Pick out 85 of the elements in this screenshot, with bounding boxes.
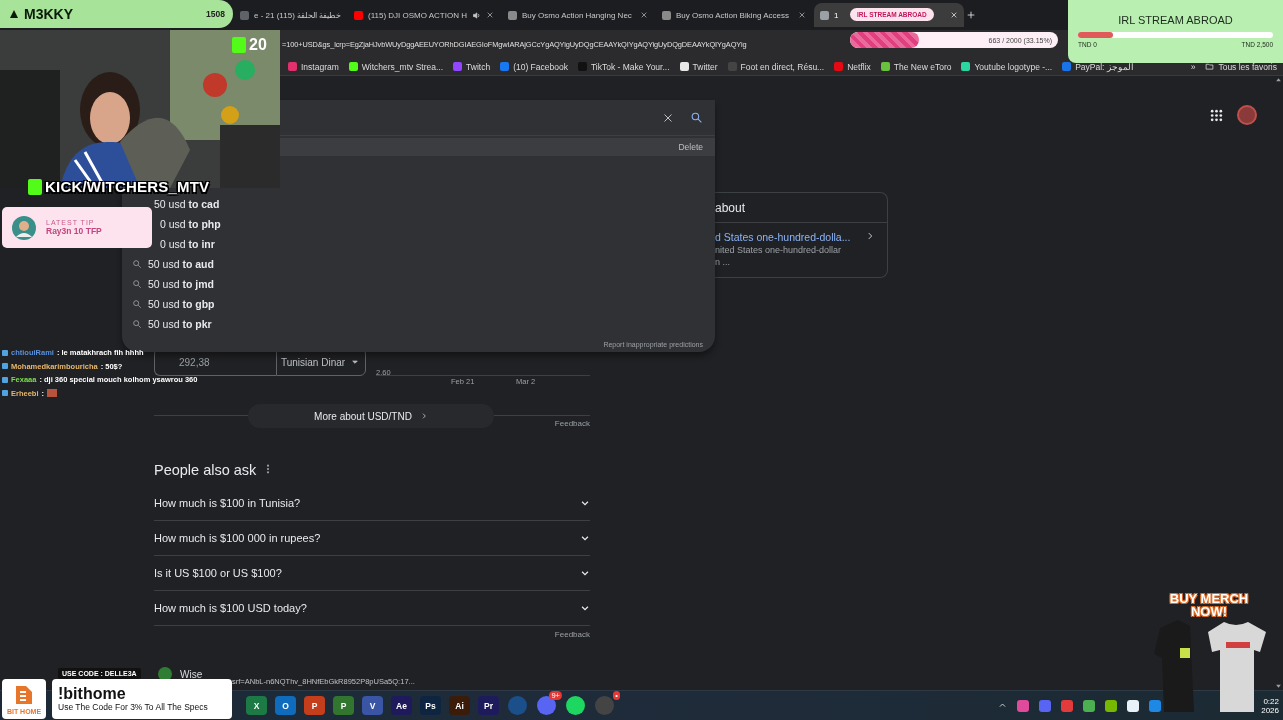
sponsor-text: Use The Code For 3% To All The Specs bbox=[58, 702, 209, 712]
search-suggestion[interactable]: 50 usd to gbp bbox=[132, 294, 215, 314]
taskbar-app-icon[interactable] bbox=[566, 696, 585, 715]
card-title: about bbox=[715, 200, 746, 215]
bookmark[interactable]: PayPal: الموجز bbox=[1062, 61, 1134, 72]
taskbar-app[interactable]: Ps bbox=[420, 696, 441, 715]
delete-link[interactable]: Delete bbox=[678, 142, 703, 152]
taskbar-app[interactable]: Pr bbox=[478, 696, 499, 715]
chevron-up-icon[interactable] bbox=[998, 701, 1008, 710]
folder-icon bbox=[1205, 62, 1215, 71]
logo-icon bbox=[8, 8, 20, 20]
more-options-icon[interactable] bbox=[266, 464, 271, 476]
search-suggestion[interactable]: 50 usd to jmd bbox=[132, 274, 214, 294]
search-suggestion[interactable]: 0 usd to php bbox=[160, 214, 221, 234]
browser-tab[interactable]: Buy Osmo Action Hanging Nec bbox=[502, 3, 654, 27]
search-icon bbox=[132, 319, 142, 329]
taskbar-app-icon[interactable] bbox=[537, 696, 556, 715]
browser-tab[interactable]: Buy Osmo Action Biking Access bbox=[656, 3, 812, 27]
feedback-link[interactable]: Feedback bbox=[554, 419, 590, 428]
follower-count: 20 bbox=[249, 36, 267, 54]
kebab-icon bbox=[266, 464, 271, 474]
logo-icon bbox=[14, 683, 34, 706]
result-snippet: n ... bbox=[715, 257, 731, 267]
browser-tab[interactable]: (115) DJI OSMO ACTION H bbox=[348, 3, 500, 27]
question-row[interactable]: How much is $100 000 in rupees? bbox=[154, 521, 590, 556]
search-suggestion[interactable]: 0 usd to inr bbox=[160, 234, 215, 254]
question-row[interactable]: How much is $100 in Tunisia? bbox=[154, 486, 590, 521]
more-bookmarks-button[interactable]: » bbox=[1190, 61, 1196, 72]
sponsor-title: !bithome bbox=[58, 686, 127, 702]
taskbar-app[interactable]: Ai bbox=[449, 696, 470, 715]
channel-label: KICK/WITCHERS_MTV bbox=[45, 178, 210, 195]
bookmark[interactable]: Twitter bbox=[679, 61, 718, 72]
clock-time: 0:22 bbox=[1263, 696, 1279, 706]
tip-text: Ray3n 10 TFP bbox=[46, 226, 102, 236]
result-snippet: nited States one-hundred-dollar bbox=[715, 245, 843, 255]
avatar-icon bbox=[12, 215, 36, 240]
bookmark[interactable]: Netflix bbox=[834, 61, 871, 72]
close-icon[interactable] bbox=[486, 11, 494, 19]
close-icon[interactable] bbox=[640, 11, 648, 19]
merch-heading: BUY MERCH NOW! bbox=[1169, 592, 1249, 618]
search-suggestion[interactable]: 50 usd to cad bbox=[154, 194, 220, 214]
search-suggestion[interactable]: 50 usd to pkr bbox=[132, 314, 212, 334]
question-row[interactable]: How much is $100 USD today? bbox=[154, 591, 590, 626]
goal-title: IRL STREAM ABROAD bbox=[1117, 14, 1234, 26]
chevron-right-icon bbox=[865, 231, 875, 241]
bookmark[interactable]: Witchers_mtv Strea... bbox=[348, 61, 444, 72]
section-heading: People also ask bbox=[154, 462, 257, 478]
bookmark[interactable]: Twitch bbox=[453, 61, 491, 72]
search-icon[interactable] bbox=[690, 111, 703, 124]
all-bookmarks-button[interactable]: Tous les favoris bbox=[1205, 61, 1277, 72]
tray-icon[interactable] bbox=[1083, 699, 1096, 712]
viewer-count: 1508 bbox=[206, 9, 225, 19]
search-icon bbox=[132, 259, 142, 269]
search-suggestion[interactable]: 50 usd to aud bbox=[132, 254, 214, 274]
more-about-button[interactable]: More about USD/TND bbox=[248, 404, 494, 428]
bookmark[interactable]: TikTok - Make Your... bbox=[577, 61, 670, 72]
close-icon[interactable] bbox=[798, 11, 806, 19]
question-row[interactable]: Is it US $100 or US $100? bbox=[154, 556, 590, 591]
taskbar-app[interactable]: O bbox=[275, 696, 296, 715]
speaker-icon[interactable] bbox=[472, 10, 481, 20]
feedback-link[interactable]: Feedback bbox=[554, 630, 590, 639]
tray-icon[interactable] bbox=[1105, 699, 1118, 712]
apps-grid-icon bbox=[1210, 108, 1223, 122]
bookmark[interactable]: Instagram bbox=[288, 61, 339, 72]
close-icon[interactable] bbox=[662, 111, 674, 124]
search-icon bbox=[132, 299, 142, 309]
bookmark[interactable]: Youtube logotype -... bbox=[961, 61, 1053, 72]
channel-name: M3KKY bbox=[24, 6, 73, 22]
new-tab-icon[interactable] bbox=[966, 10, 976, 20]
taskbar-app[interactable]: V bbox=[362, 696, 383, 715]
taskbar-app[interactable]: X bbox=[246, 696, 267, 715]
bookmark[interactable]: (10) Facebook bbox=[500, 61, 568, 72]
result-link[interactable]: d States one-hundred-dolla... bbox=[715, 231, 851, 243]
result-site-name[interactable]: Wise bbox=[180, 668, 203, 680]
taskbar-app[interactable]: P bbox=[333, 696, 354, 715]
bookmark[interactable]: Foot en direct, Résu... bbox=[727, 61, 825, 72]
caret-icon bbox=[351, 358, 360, 366]
tray-icon[interactable] bbox=[1127, 699, 1140, 712]
taskbar-app[interactable]: Ae bbox=[391, 696, 412, 715]
taskbar-app[interactable]: P bbox=[304, 696, 325, 715]
account-avatar[interactable] bbox=[1237, 105, 1257, 125]
bookmark[interactable]: The New eToro bbox=[880, 61, 952, 72]
kick-logo-icon bbox=[232, 37, 246, 53]
search-icon bbox=[132, 279, 142, 289]
clock-date: 2026 bbox=[1261, 705, 1279, 715]
